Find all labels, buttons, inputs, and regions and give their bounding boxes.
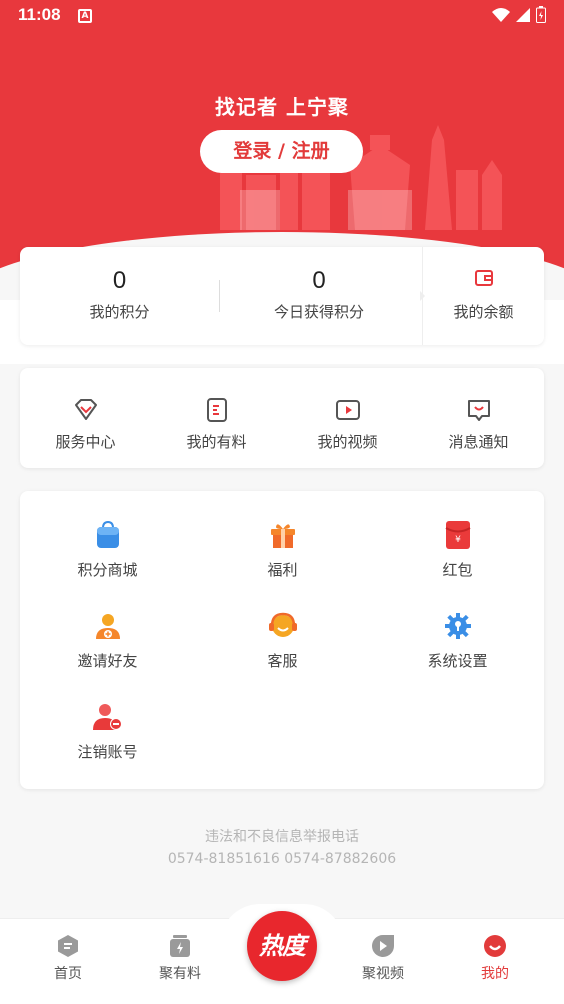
document-icon — [206, 398, 227, 422]
svg-text:¥: ¥ — [455, 535, 461, 545]
today-points[interactable]: 0 今日获得积分 — [219, 247, 419, 345]
tools-card: 积分商城 福利 ¥ 红包 邀请好友 客服 系统设置 注销账号 — [20, 491, 544, 789]
my-balance[interactable]: 我的余额 — [422, 247, 544, 345]
tab-mine-label: 我的 — [481, 966, 509, 982]
balance-label: 我的余额 — [453, 303, 514, 321]
status-icons — [492, 6, 546, 23]
invite-friends-item[interactable]: 邀请好友 — [20, 608, 195, 671]
red-packet-icon: ¥ — [444, 521, 471, 549]
today-points-label: 今日获得积分 — [273, 303, 364, 321]
settings-gear-icon — [444, 613, 471, 639]
tab-home[interactable]: 首页 — [18, 919, 118, 1004]
report-hotline-numbers: 0574-81851616 0574-87882606 — [167, 851, 397, 867]
customer-service-icon — [268, 612, 297, 637]
app-notification-icon: A — [78, 9, 92, 23]
report-hotline-title: 违法和不良信息举报电话 — [205, 829, 359, 845]
notifications-item[interactable]: 消息通知 — [413, 368, 544, 468]
home-icon — [58, 935, 78, 957]
system-settings-item[interactable]: 系统设置 — [370, 608, 545, 671]
tab-home-label: 首页 — [54, 966, 82, 982]
gift-icon — [270, 524, 295, 548]
login-register-button[interactable]: 登录 / 注册 — [200, 130, 363, 173]
welfare-item[interactable]: 福利 — [195, 517, 370, 580]
my-materials-item[interactable]: 我的有料 — [151, 368, 282, 468]
customer-service-item[interactable]: 客服 — [195, 608, 370, 671]
smile-icon — [484, 935, 506, 957]
red-packet-label: 红包 — [442, 561, 473, 579]
delete-account-icon — [92, 704, 122, 730]
signal-icon — [516, 7, 530, 22]
video-icon — [335, 400, 360, 420]
system-settings-label: 系统设置 — [427, 652, 488, 670]
status-time: 11:08 — [18, 5, 61, 24]
points-card: 0 我的积分 0 今日获得积分 我的余额 — [20, 247, 544, 345]
status-bar: 11:08 A — [0, 0, 564, 32]
play-icon — [372, 935, 394, 957]
my-points[interactable]: 0 我的积分 — [20, 247, 219, 345]
my-materials-label: 我的有料 — [186, 433, 247, 451]
services-card: 服务中心 我的有料 我的视频 消息通知 — [20, 368, 544, 468]
message-icon — [467, 400, 490, 421]
delete-account-label: 注销账号 — [77, 743, 138, 761]
delete-account-item[interactable]: 注销账号 — [20, 699, 195, 762]
service-center-item[interactable]: 服务中心 — [20, 368, 151, 468]
my-points-label: 我的积分 — [89, 303, 150, 321]
my-videos-item[interactable]: 我的视频 — [282, 368, 413, 468]
report-hotline: 违法和不良信息举报电话 0574-81851616 0574-87882606 — [0, 826, 564, 870]
tab-materials[interactable]: 聚有料 — [130, 919, 230, 1004]
tab-mine[interactable]: 我的 — [445, 919, 545, 1004]
wallet-icon — [474, 270, 493, 286]
points-mall-label: 积分商城 — [77, 561, 138, 579]
battery-icon — [536, 6, 546, 23]
add-friend-icon — [95, 614, 120, 639]
tab-materials-label: 聚有料 — [159, 966, 201, 982]
red-packet-item[interactable]: ¥ 红包 — [370, 517, 545, 580]
tab-video[interactable]: 聚视频 — [333, 919, 433, 1004]
slogan-text: 找记者 上宁聚 — [215, 95, 349, 119]
tab-video-label: 聚视频 — [362, 966, 404, 982]
service-center-label: 服务中心 — [55, 433, 116, 451]
notifications-label: 消息通知 — [448, 433, 509, 451]
wifi-icon — [492, 7, 510, 22]
hot-center-button[interactable]: 热度 — [247, 911, 317, 981]
shopping-bag-icon — [96, 520, 119, 548]
my-videos-label: 我的视频 — [317, 433, 378, 451]
materials-icon — [170, 935, 190, 957]
invite-friends-label: 邀请好友 — [77, 652, 138, 670]
points-mall-item[interactable]: 积分商城 — [20, 517, 195, 580]
welfare-label: 福利 — [267, 561, 298, 579]
customer-service-label: 客服 — [267, 652, 298, 670]
diamond-icon — [74, 399, 97, 420]
today-points-value: 0 — [312, 267, 326, 294]
my-points-value: 0 — [112, 267, 127, 294]
